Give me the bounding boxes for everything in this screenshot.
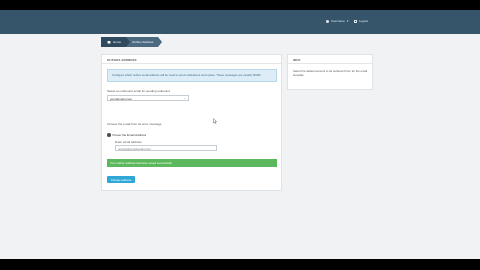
breadcrumb-current-label: Outbox Address bbox=[132, 40, 154, 44]
success-alert: Your outbox address has been saved succe… bbox=[107, 159, 277, 167]
info-panel-title: INFO bbox=[288, 55, 372, 64]
preset-email-label: Preset the Email Address bbox=[112, 133, 147, 137]
info-panel-text: Select the default account to be outboun… bbox=[293, 69, 368, 77]
breadcrumb-home-label: Home bbox=[113, 40, 122, 44]
domain-select-value: yourdomain.com bbox=[110, 97, 133, 101]
radio-icon[interactable] bbox=[107, 133, 111, 137]
logout-link[interactable]: Logout bbox=[354, 19, 368, 23]
app-window: Username ▾ Logout Home Outbox Address OU… bbox=[0, 10, 480, 259]
preset-email-radio[interactable]: Preset the Email Address bbox=[107, 133, 146, 137]
letterbox: Username ▾ Logout Home Outbox Address OU… bbox=[0, 0, 480, 270]
email-field-label: Enter email address bbox=[115, 140, 142, 144]
top-navbar: Username ▾ Logout bbox=[0, 10, 480, 34]
logout-label: Logout bbox=[359, 19, 369, 23]
info-panel: INFO Select the default account to be ou… bbox=[287, 54, 373, 90]
caret-down-icon: ▾ bbox=[346, 19, 349, 23]
breadcrumb-home[interactable]: Home bbox=[101, 37, 131, 47]
email-field[interactable]: noreply@yourdomain.com bbox=[115, 145, 217, 151]
user-menu[interactable]: Username ▾ bbox=[326, 19, 348, 23]
email-field-value: noreply@yourdomain.com bbox=[118, 147, 151, 151]
breadcrumb-current: Outbox Address bbox=[126, 37, 163, 47]
radio-section-label: Choose the email from as error message bbox=[107, 122, 162, 126]
mouse-cursor-icon bbox=[213, 118, 217, 124]
user-menu-label: Username bbox=[331, 19, 345, 23]
logout-icon bbox=[354, 19, 357, 23]
home-icon bbox=[107, 40, 111, 44]
panel-title: OUTBOX ADDRESS bbox=[102, 55, 281, 64]
outbox-address-panel: OUTBOX ADDRESS Configure which outbox em… bbox=[101, 54, 282, 191]
user-icon bbox=[326, 19, 329, 23]
select-label: Select an outbound email for sending out… bbox=[107, 89, 170, 93]
domain-select[interactable]: yourdomain.com ⌄ bbox=[107, 95, 189, 101]
breadcrumb: Home Outbox Address bbox=[101, 37, 163, 47]
chevron-down-icon: ⌄ bbox=[183, 96, 186, 100]
change-address-button[interactable]: Change address bbox=[107, 176, 135, 183]
info-alert: Configure which outbox email address wil… bbox=[107, 69, 277, 82]
